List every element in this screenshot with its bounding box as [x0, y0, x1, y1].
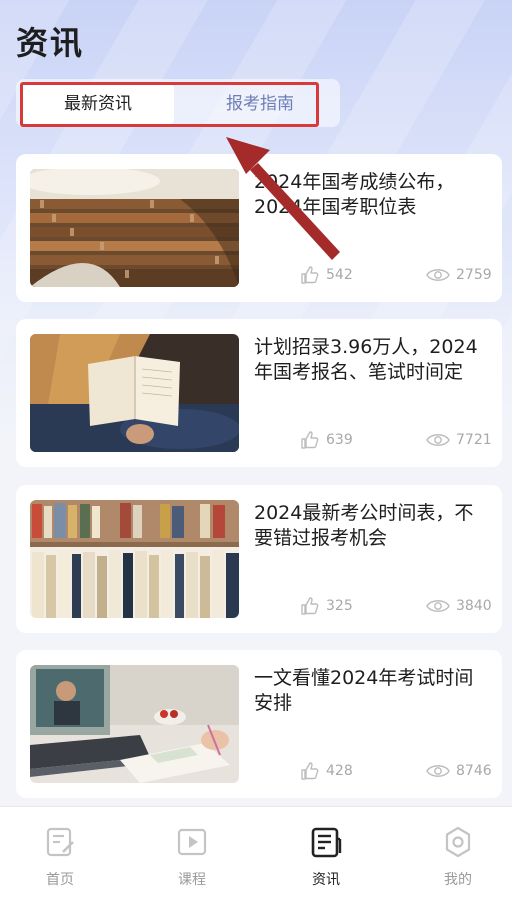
article-title: 一文看懂2024年考试时间安排	[254, 667, 474, 714]
page-title: 资讯	[16, 24, 85, 62]
tab-exam-guide[interactable]: 报考指南	[186, 83, 334, 125]
eye-icon	[426, 600, 450, 612]
nav-news-label: 资讯	[312, 872, 340, 888]
news-icon	[311, 827, 342, 858]
nav-course-label: 课程	[178, 872, 206, 888]
like-count-value: 325	[326, 598, 353, 614]
view-count-value: 3840	[456, 598, 492, 614]
article-title: 2024最新考公时间表，不要错过报考机会	[254, 502, 474, 549]
like-count[interactable]: 325	[300, 595, 353, 617]
article-card[interactable]: 计划招录3.96万人，2024年国考报名、笔试时间定 639 7721	[16, 319, 502, 467]
article-title: 2024年国考成绩公布，2024年国考职位表	[254, 171, 455, 218]
article-thumbnail-library	[30, 169, 239, 287]
course-play-icon	[177, 828, 207, 856]
view-count: 8746	[426, 760, 492, 782]
like-count-value: 428	[326, 763, 353, 779]
article-card[interactable]: 一文看懂2024年考试时间安排 428 8746	[16, 650, 502, 798]
like-count[interactable]: 639	[300, 429, 353, 451]
nav-news[interactable]: 资讯	[286, 825, 366, 889]
eye-icon	[426, 269, 450, 281]
view-count-value: 8746	[456, 763, 492, 779]
nav-home-label: 首页	[46, 872, 74, 888]
view-count: 7721	[426, 429, 492, 451]
view-count: 2759	[426, 264, 492, 286]
tab-bar: 最新资讯 报考指南	[16, 79, 340, 127]
nav-mine-label: 我的	[444, 872, 472, 888]
thumbs-up-icon	[301, 597, 319, 615]
article-thumbnail-reading	[30, 334, 239, 452]
settings-gear-icon	[445, 826, 471, 858]
view-count-value: 7721	[456, 432, 492, 448]
article-thumbnail-laptop	[30, 665, 239, 783]
eye-icon	[426, 434, 450, 446]
like-count-value: 639	[326, 432, 353, 448]
thumbs-up-icon	[301, 762, 319, 780]
eye-icon	[426, 765, 450, 777]
article-title: 计划招录3.96万人，2024年国考报名、笔试时间定	[254, 336, 478, 383]
like-count-value: 542	[326, 267, 353, 283]
nav-course[interactable]: 课程	[152, 825, 232, 889]
like-count[interactable]: 542	[300, 264, 353, 286]
article-thumbnail-bookshelf	[30, 500, 239, 618]
thumbs-up-icon	[301, 431, 319, 449]
home-icon	[46, 827, 74, 857]
article-card[interactable]: 2024最新考公时间表，不要错过报考机会 325 3840	[16, 485, 502, 633]
bottom-navigation: 首页 课程 资讯 我的	[0, 806, 512, 898]
like-count[interactable]: 428	[300, 760, 353, 782]
view-count: 3840	[426, 595, 492, 617]
nav-mine[interactable]: 我的	[418, 825, 498, 889]
nav-home[interactable]: 首页	[20, 825, 100, 889]
tab-latest-news[interactable]: 最新资讯	[22, 83, 174, 125]
view-count-value: 2759	[456, 267, 492, 283]
article-card[interactable]: 2024年国考成绩公布，2024年国考职位表 542 2759	[16, 154, 502, 302]
thumbs-up-icon	[301, 266, 319, 284]
